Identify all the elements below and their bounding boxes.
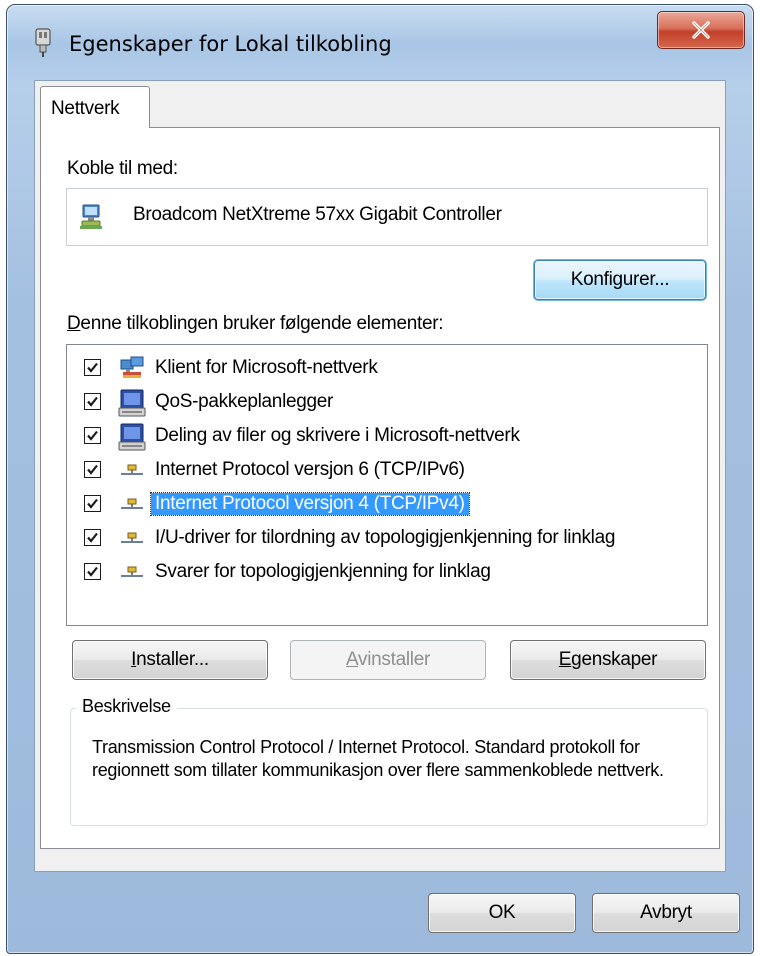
close-button[interactable] <box>657 11 745 49</box>
check-icon <box>87 362 98 373</box>
adapter-field: Broadcom NetXtreme 57xx Gigabit Controll… <box>66 188 708 246</box>
list-item-label: Klient for Microsoft-nettverk <box>155 357 378 378</box>
ok-button[interactable]: OK <box>428 893 576 933</box>
check-icon <box>87 566 98 577</box>
title-bar[interactable]: Egenskaper for Lokal tilkobling <box>7 5 753 85</box>
network-client-icon <box>120 356 144 378</box>
checkbox[interactable] <box>84 563 101 580</box>
install-button[interactable]: Installer... <box>72 640 268 680</box>
network-adapter-icon <box>35 28 51 57</box>
components-list[interactable]: Klient for Microsoft-nettverk QoS-pakkep… <box>66 344 708 626</box>
network-service-icon <box>118 389 146 417</box>
network-adapter-icon <box>80 204 102 229</box>
checkbox[interactable] <box>84 461 101 478</box>
check-icon <box>87 532 98 543</box>
check-icon <box>87 464 98 475</box>
network-protocol-icon <box>121 566 143 577</box>
checkbox[interactable] <box>84 529 101 546</box>
components-label-mnemonic: D <box>67 313 81 334</box>
list-item[interactable]: Internet Protocol versjon 6 (TCP/IPv6) <box>67 453 707 487</box>
list-item-label: Deling av filer og skrivere i Microsoft-… <box>155 425 520 446</box>
list-item[interactable]: I/U-driver for tilordning av topologigje… <box>67 521 707 555</box>
list-item-label: I/U-driver for tilordning av topologigje… <box>155 527 616 548</box>
list-item-label: Svarer for topologigjenkjenning for link… <box>155 561 491 582</box>
tab-label: Nettverk <box>51 98 120 119</box>
properties-mnemonic: E <box>558 649 572 670</box>
checkbox[interactable] <box>84 427 101 444</box>
network-protocol-icon <box>121 532 143 543</box>
components-label-rest: enne tilkoblingen bruker følgende elemen… <box>80 313 444 334</box>
checkbox[interactable] <box>84 495 101 512</box>
uninstall-mnemonic: A <box>345 649 359 670</box>
adapter-name: Broadcom NetXtreme 57xx Gigabit Controll… <box>133 204 502 225</box>
description-legend: Beskrivelse <box>76 696 177 717</box>
cancel-button[interactable]: Avbryt <box>592 893 740 933</box>
list-item[interactable]: Deling av filer og skrivere i Microsoft-… <box>67 419 707 453</box>
tab-nettverk[interactable]: Nettverk <box>40 86 150 128</box>
check-icon <box>87 498 98 509</box>
list-item[interactable]: Svarer for topologigjenkjenning for link… <box>67 555 707 589</box>
checkbox[interactable] <box>84 359 101 376</box>
window-title: Egenskaper for Lokal tilkobling <box>69 32 392 56</box>
connect-using-label: Koble til med: <box>67 158 178 179</box>
uninstall-label-rest: vinstaller <box>358 649 430 670</box>
list-item-label-selected: Internet Protocol versjon 4 (TCP/IPv4) <box>150 492 470 516</box>
list-item-label: Internet Protocol versjon 6 (TCP/IPv6) <box>155 459 465 480</box>
check-icon <box>87 430 98 441</box>
uninstall-button[interactable]: Avinstaller <box>290 640 486 680</box>
network-protocol-icon <box>121 464 143 475</box>
checkbox[interactable] <box>84 393 101 410</box>
configure-button[interactable]: Konfigurer... <box>534 260 706 300</box>
close-icon <box>692 21 710 39</box>
properties-button[interactable]: Egenskaper <box>510 640 706 680</box>
check-icon <box>87 396 98 407</box>
install-label-rest: nstaller... <box>136 649 209 670</box>
list-item[interactable]: Klient for Microsoft-nettverk <box>67 351 707 385</box>
list-item[interactable]: QoS-pakkeplanlegger <box>67 385 707 419</box>
components-label: Denne tilkoblingen bruker følgende eleme… <box>67 313 444 335</box>
description-text: Transmission Control Protocol / Internet… <box>92 737 664 780</box>
list-item-label: QoS-pakkeplanlegger <box>155 391 334 412</box>
network-service-icon <box>118 423 146 451</box>
properties-label-rest: genskaper <box>571 649 658 670</box>
network-protocol-icon <box>121 498 143 509</box>
list-item[interactable]: Internet Protocol versjon 4 (TCP/IPv4) <box>67 487 707 521</box>
